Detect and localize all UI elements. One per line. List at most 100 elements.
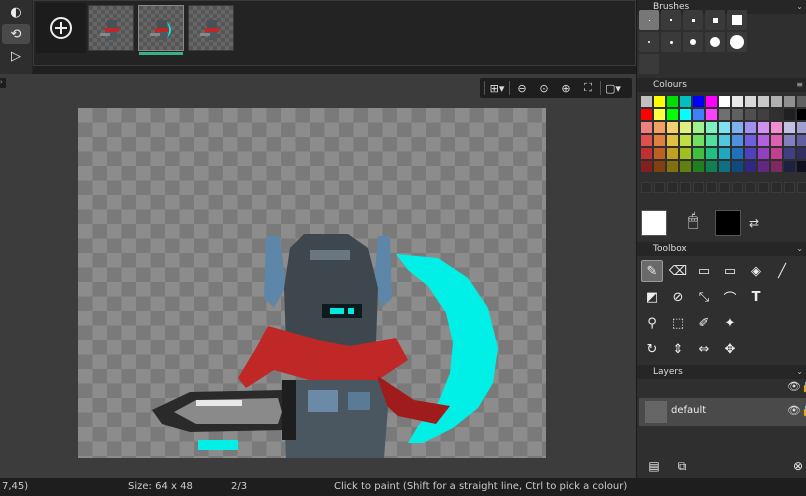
delete-layer-button[interactable]: ⊗ (787, 456, 806, 476)
empty-colour-slot[interactable] (641, 182, 652, 193)
colour-swatch[interactable] (667, 161, 678, 172)
add-frame-button[interactable] (36, 3, 86, 53)
colour-swatch[interactable] (797, 96, 806, 107)
zoom-reset-icon[interactable]: ⊙ (534, 80, 554, 96)
colour-swatch[interactable] (706, 161, 717, 172)
colour-swatch[interactable] (641, 96, 652, 107)
copy-tool[interactable]: ▭ (693, 260, 715, 282)
colour-swatch[interactable] (654, 135, 665, 146)
empty-colour-slot[interactable] (667, 182, 678, 193)
colour-swatch[interactable] (693, 109, 704, 120)
eye-icon[interactable]: 👁 (787, 404, 801, 417)
line-tool[interactable]: ╱ (771, 260, 793, 282)
colour-swatch[interactable] (680, 109, 691, 120)
colour-swatch[interactable] (771, 135, 782, 146)
colour-swatch[interactable] (797, 161, 806, 172)
colour-swatch[interactable] (732, 122, 743, 133)
colour-swatch[interactable] (641, 109, 652, 120)
colour-swatch[interactable] (654, 96, 665, 107)
brush-2[interactable] (661, 10, 681, 30)
rect-select-tool[interactable]: ⬚ (667, 312, 689, 334)
empty-colour-slot[interactable] (680, 182, 691, 193)
move-tool[interactable]: ✥ (719, 338, 741, 360)
fill-tool[interactable]: ◈ (745, 260, 767, 282)
colour-swatch[interactable] (719, 109, 730, 120)
colour-swatch[interactable] (693, 96, 704, 107)
layer-row[interactable]: default 👁 🔒 (639, 398, 806, 426)
colour-swatch[interactable] (706, 148, 717, 159)
colour-swatch[interactable] (732, 148, 743, 159)
lighten-tool[interactable]: ⊘ (667, 286, 689, 308)
play-icon[interactable]: ▷ (2, 46, 30, 66)
empty-colour-slot[interactable] (706, 182, 717, 193)
empty-colour-slot[interactable] (693, 182, 704, 193)
colour-swatch[interactable] (758, 109, 769, 120)
colour-swatch[interactable] (771, 96, 782, 107)
colour-swatch[interactable] (719, 148, 730, 159)
empty-colour-slot[interactable] (758, 182, 769, 193)
colour-swatch[interactable] (797, 109, 806, 120)
colour-swatch[interactable] (693, 122, 704, 133)
colour-swatch[interactable] (771, 161, 782, 172)
eyedropper-tool[interactable]: ⚲ (641, 312, 663, 334)
colour-swatch[interactable] (797, 135, 806, 146)
pencil-tool[interactable]: ✎ (641, 260, 663, 282)
lock-icon[interactable]: 🔒 (801, 380, 806, 393)
colour-swatch[interactable] (784, 161, 795, 172)
colour-swatch[interactable] (667, 122, 678, 133)
text-tool[interactable]: T (745, 286, 767, 308)
brush-3[interactable] (683, 10, 703, 30)
side-collapse-handle[interactable]: › (0, 78, 6, 88)
brush-4[interactable] (705, 10, 725, 30)
frame-icon[interactable]: ▢▾ (603, 80, 623, 96)
colour-swatch[interactable] (732, 109, 743, 120)
colour-swatch[interactable] (706, 135, 717, 146)
colour-swatch[interactable] (745, 122, 756, 133)
lasso-tool[interactable]: ✐ (693, 312, 715, 334)
dither-tool[interactable]: ◩ (641, 286, 663, 308)
colour-swatch[interactable] (693, 135, 704, 146)
duplicate-layer-button[interactable]: ⧉ (671, 456, 693, 476)
empty-colour-slot[interactable] (784, 182, 795, 193)
brush-11[interactable] (639, 54, 659, 74)
colours-header[interactable]: Colours ≡ (637, 78, 806, 92)
empty-colour-slot[interactable] (745, 182, 756, 193)
brush-7[interactable] (661, 32, 681, 52)
grid-icon[interactable]: ⊞▾ (487, 80, 507, 96)
magic-wand-tool[interactable]: ✦ (719, 312, 741, 334)
brush-10[interactable] (727, 32, 747, 52)
new-layer-button[interactable]: ▤ (643, 456, 665, 476)
colour-swatch[interactable] (784, 148, 795, 159)
brush-8[interactable] (683, 32, 703, 52)
colour-swatch[interactable] (641, 161, 652, 172)
colour-swatch[interactable] (771, 109, 782, 120)
layers-header[interactable]: Layers ⌄ (637, 365, 806, 379)
colour-swatch[interactable] (758, 148, 769, 159)
primary-colour[interactable] (641, 210, 667, 236)
colour-swatch[interactable] (641, 122, 652, 133)
colour-swatch[interactable] (680, 96, 691, 107)
colour-swatch[interactable] (680, 135, 691, 146)
lock-icon[interactable]: 🔒 (801, 404, 806, 417)
colour-swatch[interactable] (732, 135, 743, 146)
fit-screen-icon[interactable]: ⛶ (578, 80, 598, 96)
colour-swatch[interactable] (667, 148, 678, 159)
empty-colour-slot[interactable] (719, 182, 730, 193)
colour-swatch[interactable] (667, 96, 678, 107)
colour-replace-tool[interactable]: ⤡ (693, 286, 715, 308)
colour-swatch[interactable] (745, 135, 756, 146)
empty-colour-slot[interactable] (797, 182, 806, 193)
brush-9[interactable] (705, 32, 725, 52)
colour-swatch[interactable] (667, 135, 678, 146)
colour-swatch[interactable] (706, 109, 717, 120)
colour-swatch[interactable] (745, 96, 756, 107)
colour-swatch[interactable] (654, 161, 665, 172)
colour-swatch[interactable] (654, 109, 665, 120)
colour-swatch[interactable] (771, 122, 782, 133)
drawing-canvas[interactable] (78, 108, 546, 458)
colour-swatch[interactable] (745, 109, 756, 120)
colour-swatch[interactable] (680, 148, 691, 159)
colour-swatch[interactable] (719, 135, 730, 146)
loop-icon[interactable]: ⟲ (2, 24, 30, 44)
colour-swatch[interactable] (758, 135, 769, 146)
